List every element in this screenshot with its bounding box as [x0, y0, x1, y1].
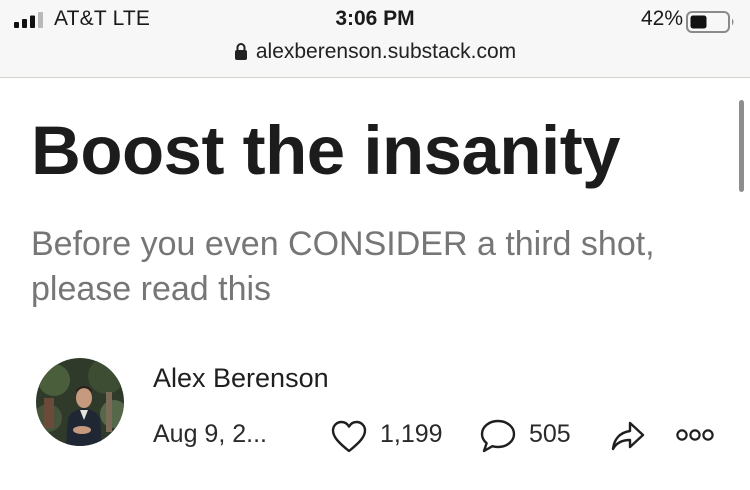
author-avatar[interactable] — [36, 358, 124, 446]
share-arrow-icon[interactable] — [611, 420, 645, 452]
comment-count: 505 — [529, 420, 571, 448]
lock-icon — [234, 43, 247, 60]
status-bar: AT&T LTE 3:06 PM 42% — [0, 0, 750, 40]
address-bar[interactable]: alexberenson.substack.com — [0, 40, 750, 70]
article-meta-row: Aug 9, 2... 1,199 505 — [153, 418, 733, 458]
browser-top-bar: AT&T LTE 3:06 PM 42% alexberenson.substa… — [0, 0, 750, 78]
url-text: alexberenson.substack.com — [255, 40, 517, 63]
like-count: 1,199 — [380, 420, 443, 448]
scrollbar[interactable] — [739, 100, 744, 192]
article-subtitle: Before you even CONSIDER a third shot, p… — [31, 225, 655, 308]
battery-percentage: 42% — [640, 7, 683, 30]
author-name[interactable]: Alex Berenson — [153, 363, 329, 394]
battery-icon — [686, 11, 734, 33]
comment-bubble-icon[interactable] — [480, 418, 516, 454]
post-date: Aug 9, 2... — [153, 420, 267, 448]
article-title: Boost the insanity — [31, 112, 621, 189]
author-photo — [36, 358, 124, 446]
status-time: 3:06 PM — [335, 7, 415, 30]
heart-icon[interactable] — [331, 420, 367, 454]
more-options-icon[interactable] — [675, 428, 715, 442]
